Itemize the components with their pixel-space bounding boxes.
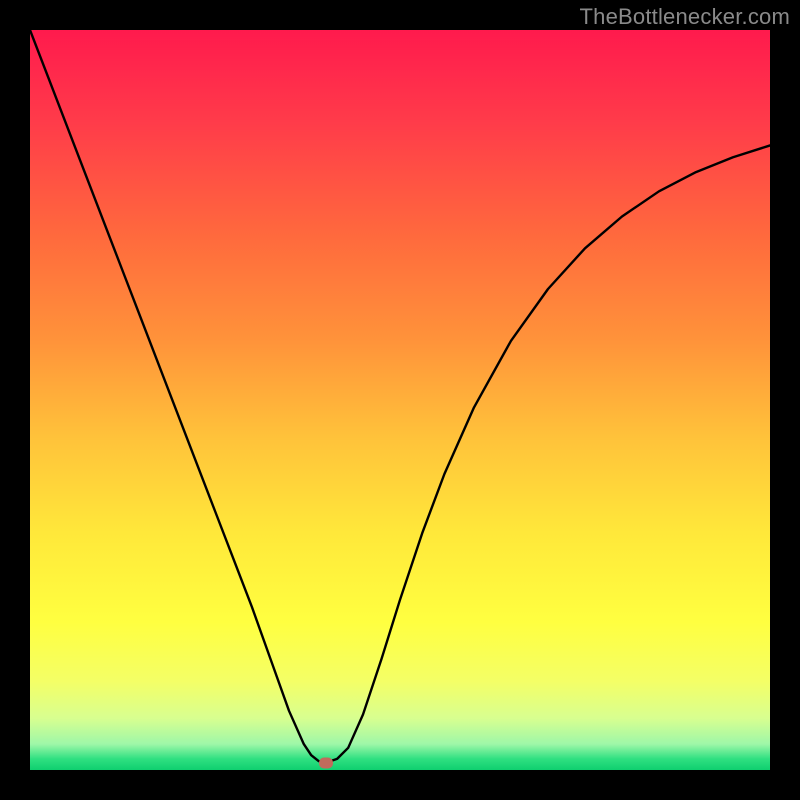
bottleneck-curve (30, 30, 770, 770)
optimal-marker-icon (319, 757, 333, 768)
plot-area (30, 30, 770, 770)
chart-frame: TheBottlenecker.com (0, 0, 800, 800)
watermark: TheBottlenecker.com (580, 4, 790, 30)
